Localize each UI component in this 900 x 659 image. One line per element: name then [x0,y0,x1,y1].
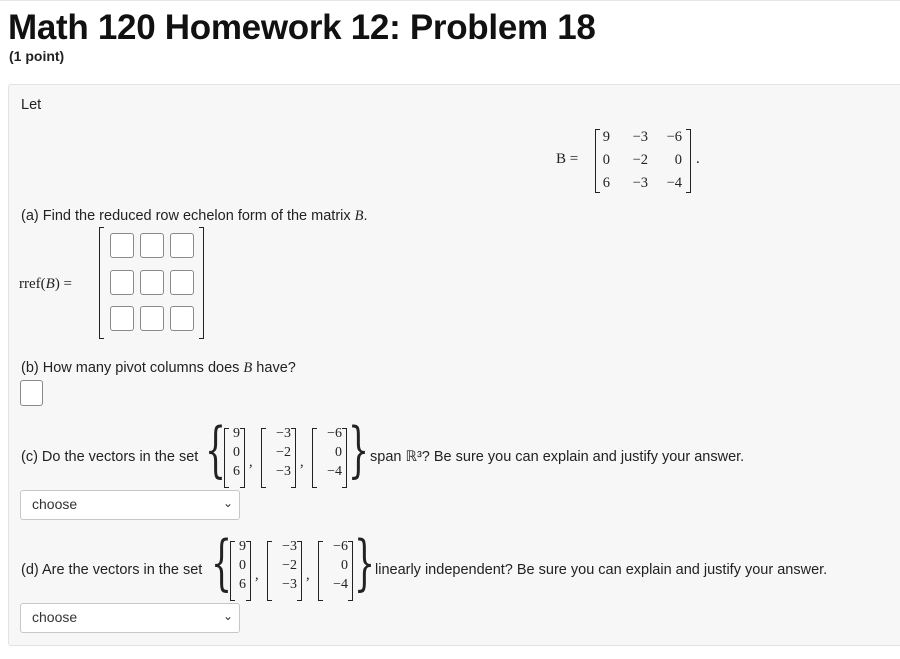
rref-right-bracket [199,227,204,339]
rref-close: ) = [54,276,73,292]
let-text: Let [21,97,42,113]
chevron-down-icon: ⌄ [222,609,233,623]
part-b-suffix: have? [252,360,296,376]
set-d-vector-right-bracket [297,541,302,601]
set-c-vector-entry: 9 [233,426,240,441]
b-left-bracket [595,129,600,193]
rref-var: B [45,276,55,292]
set-c-right-brace: } [348,415,370,485]
set-c-vector-entry: −4 [327,464,342,479]
set-d-vector-entry: 0 [341,558,348,573]
points-label: (1 point) [9,48,65,64]
set-c-vector-entry: −3 [276,426,291,441]
part-a-text: (a) Find the reduced row echelon form of… [21,208,355,224]
set-c-vector-entry: −6 [327,426,342,441]
set-c-comma: , [300,454,304,470]
rref-func: rref( [19,276,46,292]
set-c-comma: , [249,454,253,470]
part-c-question: (c) Do the vectors in the set [21,449,199,465]
part-b-text: (b) How many pivot columns does [21,360,244,376]
set-c-vector-entry: −3 [276,464,291,479]
rref-entry-input[interactable] [170,233,194,258]
set-c-vector-right-bracket [291,428,296,488]
rref-entry-input[interactable] [170,270,194,295]
rref-entry-input[interactable] [170,306,194,331]
b-right-bracket [686,129,691,193]
part-c-suffix: span ℝ³? Be sure you can explain and jus… [370,449,745,465]
set-d-vector-right-bracket [246,541,251,601]
part-d-question: (d) Are the vectors in the set [21,562,203,578]
chevron-down-icon: ⌄ [222,496,233,510]
set-d-comma: , [255,567,259,583]
pivot-count-input[interactable] [20,380,43,406]
part-a-question: (a) Find the reduced row echelon form of… [21,208,368,225]
part-c-select-value: choose [32,496,78,512]
b-matrix-cell: 6 [602,175,610,191]
set-c-vector-entry: −2 [276,445,291,460]
part-d-suffix: linearly independent? Be sure you can ex… [375,562,828,578]
set-d-vector-entry: −4 [333,577,348,592]
set-c-vector-right-bracket [342,428,347,488]
set-d-comma: , [306,567,310,583]
top-divider [0,0,900,1]
part-c-select[interactable]: choose ⌄ [20,490,240,520]
set-c-vector-entry: 0 [335,445,342,460]
set-d-vector-right-bracket [348,541,353,601]
b-equals-label: B = [556,151,579,167]
set-d-vector-entry: −6 [333,539,348,554]
b-matrix-cell: 0 [602,152,610,168]
b-matrix-cell: −3 [632,175,648,191]
rref-label: rref(B) = [19,276,72,293]
rref-entry-input[interactable] [140,233,164,258]
page-title: Math 120 Homework 12: Problem 18 [8,8,596,47]
set-d-vector-entry: 9 [239,539,246,554]
rref-entry-input[interactable] [140,270,164,295]
part-b-question: (b) How many pivot columns does B have? [21,360,296,377]
part-d-select-value: choose [32,609,78,625]
rref-entry-input[interactable] [110,270,134,295]
set-d-left-brace: { [211,528,233,598]
b-matrix-label: B = [556,151,578,168]
part-a-var: B [354,208,364,224]
set-d-vector-entry: −3 [282,539,297,554]
rref-entry-input[interactable] [110,306,134,331]
set-c-vector-entry: 0 [233,445,240,460]
b-matrix-cell: 9 [602,129,610,145]
b-matrix-cell: −6 [666,129,682,145]
part-a-suffix: . [363,208,368,224]
b-matrix-cell: −3 [632,129,648,145]
set-d-vector-entry: −2 [282,558,297,573]
b-matrix-cell: −4 [666,175,682,191]
rref-entry-input[interactable] [110,233,134,258]
b-matrix-cell: −2 [632,152,648,168]
part-d-select[interactable]: choose ⌄ [20,603,240,633]
set-c-left-brace: { [205,415,227,485]
set-c-vector-right-bracket [240,428,245,488]
set-d-vector-entry: 0 [239,558,246,573]
set-d-right-brace: } [354,528,376,598]
rref-entry-input[interactable] [140,306,164,331]
part-b-var: B [243,360,253,376]
b-period: . [696,151,700,167]
set-d-vector-entry: −3 [282,577,297,592]
rref-left-bracket [99,227,104,339]
set-c-vector-entry: 6 [233,464,240,479]
b-matrix-cell: 0 [674,152,682,168]
set-d-vector-entry: 6 [239,577,246,592]
